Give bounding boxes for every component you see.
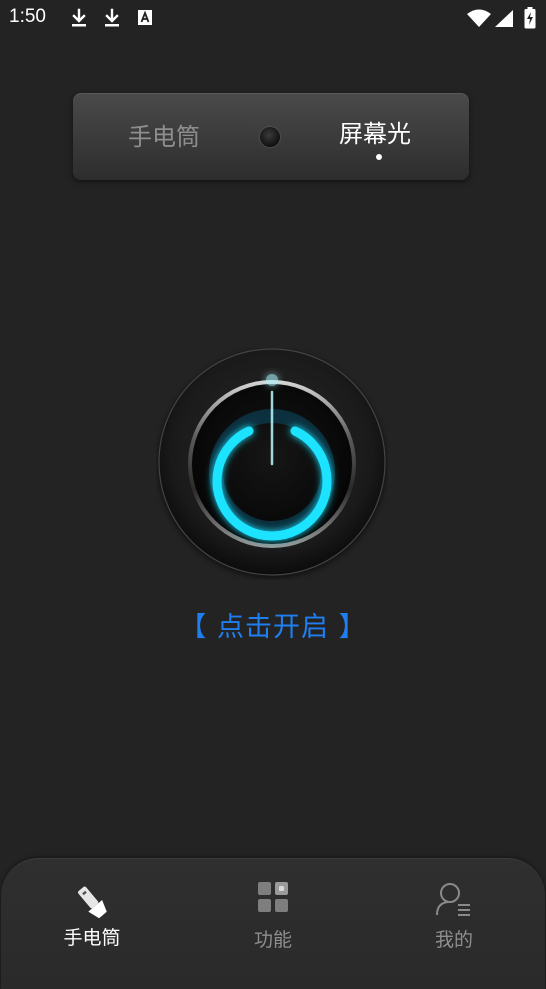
status-bar: 1:50 [0, 0, 546, 36]
mode-toggle-knob[interactable] [260, 127, 280, 147]
mode-switcher: 手电筒 屏幕光 [73, 93, 469, 180]
download-icon [70, 8, 88, 32]
text-a-icon [137, 9, 153, 30]
profile-icon [436, 883, 470, 916]
battery-charging-icon [524, 7, 536, 33]
wifi-icon [466, 9, 492, 32]
nav-features-label: 功能 [253, 929, 292, 951]
status-time: 1:50 [9, 6, 46, 27]
power-icon [158, 348, 386, 578]
bottom-nav: 手电筒 功能 我的 [1, 858, 545, 989]
nav-flashlight[interactable]: 手电筒 [22, 859, 162, 969]
selected-indicator-dot [376, 154, 382, 160]
flashlight-icon [78, 886, 107, 919]
signal-icon [494, 9, 514, 32]
power-button[interactable] [156, 348, 388, 580]
nav-profile[interactable]: 我的 [384, 859, 524, 969]
download-icon [103, 8, 121, 32]
nav-flashlight-label: 手电筒 [63, 927, 121, 949]
mode-screen-light-option[interactable]: 屏幕光 [339, 114, 411, 149]
mode-flashlight-option[interactable]: 手电筒 [128, 117, 200, 152]
nav-profile-label: 我的 [434, 929, 473, 951]
start-label[interactable]: 【 点击开启 】 [0, 605, 546, 644]
nav-features[interactable]: 功能 [203, 859, 343, 969]
grid-icon [258, 882, 288, 912]
